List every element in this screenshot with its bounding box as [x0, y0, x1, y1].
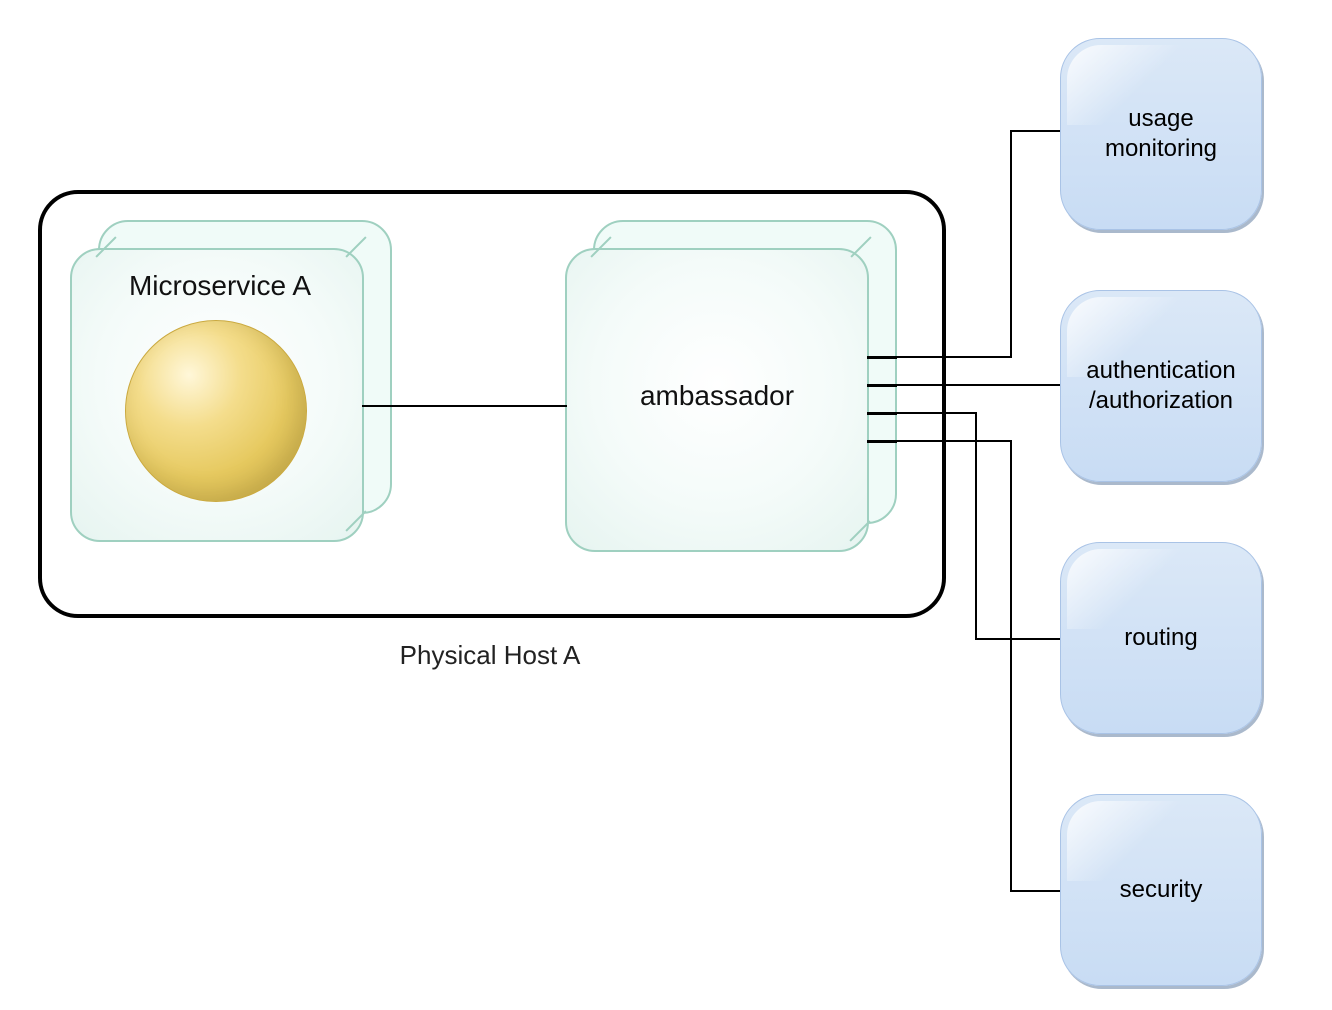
- service-tile-routing: routing: [1060, 542, 1262, 734]
- connector-line: [897, 412, 977, 414]
- ambassador-port: [867, 356, 897, 359]
- diagram-canvas: Physical Host A Microservice A ambassado…: [0, 0, 1332, 1010]
- service-tile-usage-monitoring: usagemonitoring: [1060, 38, 1262, 230]
- microservice-label: Microservice A: [90, 270, 350, 302]
- ambassador-node: ambassador: [565, 220, 895, 550]
- connector-line: [975, 412, 977, 640]
- ambassador-label: ambassador: [587, 380, 847, 412]
- connector-line: [897, 384, 1060, 386]
- service-tile-security: security: [1060, 794, 1262, 986]
- connector-line: [1010, 130, 1012, 358]
- service-tile-label: authentication/authorization: [1061, 291, 1261, 481]
- service-tile-authentication: authentication/authorization: [1060, 290, 1262, 482]
- connector-line: [1010, 130, 1060, 132]
- ambassador-port: [867, 412, 897, 415]
- microservice-sphere-icon: [125, 320, 307, 502]
- ambassador-port: [867, 440, 897, 443]
- microservice-node: Microservice A: [70, 220, 390, 540]
- service-tile-label: usagemonitoring: [1061, 39, 1261, 229]
- connector-line: [1010, 890, 1060, 892]
- service-tile-label: routing: [1061, 543, 1261, 733]
- connector-line: [1010, 440, 1012, 892]
- physical-host-label: Physical Host A: [340, 640, 640, 671]
- connector-line: [897, 356, 1012, 358]
- service-tile-label: security: [1061, 795, 1261, 985]
- ambassador-port: [867, 384, 897, 387]
- connector-line: [897, 440, 1012, 442]
- connector-microservice-ambassador: [362, 405, 567, 407]
- connector-line: [975, 638, 1060, 640]
